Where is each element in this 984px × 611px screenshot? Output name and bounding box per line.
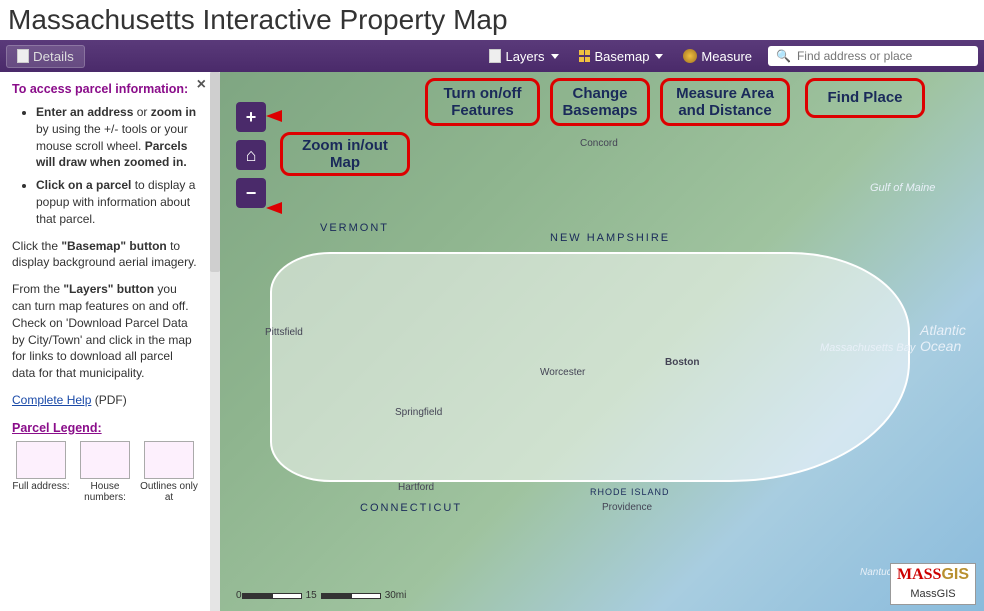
- details-button[interactable]: Details: [6, 45, 85, 68]
- scale-tick: 15: [306, 590, 317, 601]
- callout-measure: Measure Area and Distance: [660, 78, 790, 126]
- list-item: Enter an address or zoom in by using the…: [36, 104, 198, 171]
- search-input[interactable]: [797, 49, 970, 63]
- text: or: [133, 105, 150, 119]
- bold-text: Enter an address: [36, 105, 133, 119]
- state-label: VERMONT: [320, 222, 389, 234]
- toolbar: Details Layers Basemap Measure 🔍: [0, 40, 984, 72]
- document-icon: [17, 49, 29, 63]
- layers-label: Layers: [505, 49, 544, 64]
- state-label: RHODE ISLAND: [590, 487, 670, 497]
- chevron-down-icon: [655, 54, 663, 59]
- sidebar-heading: To access parcel information:: [12, 82, 198, 96]
- basemap-dropdown[interactable]: Basemap: [569, 49, 674, 64]
- divider-handle[interactable]: [210, 72, 220, 272]
- legend-label: Outlines only at: [140, 481, 198, 503]
- legend-swatch-icon: [80, 441, 130, 479]
- text: (PDF): [91, 393, 126, 407]
- legend-row: Full address: House numbers: Outlines on…: [12, 441, 198, 503]
- water-label: Gulf of Maine: [870, 182, 935, 194]
- massgis-logo: MASSGIS MassGIS: [890, 563, 976, 605]
- legend-title: Parcel Legend:: [12, 421, 198, 435]
- logo-subtext: MassGIS: [910, 588, 955, 600]
- legend-item: Outlines only at: [140, 441, 198, 503]
- callout-basemap: Change Basemaps: [550, 78, 650, 126]
- main-area: × To access parcel information: Enter an…: [0, 72, 984, 611]
- bold-text: zoom in: [151, 105, 196, 119]
- city-label: Worcester: [540, 367, 585, 378]
- sidebar-divider[interactable]: [210, 72, 220, 611]
- globe-icon: [683, 49, 697, 63]
- layers-icon: [489, 49, 501, 63]
- list-item: Click on a parcel to display a popup wit…: [36, 177, 198, 227]
- state-label: CONNECTICUT: [360, 502, 462, 514]
- logo-text: MASS: [897, 566, 941, 583]
- instruction-list: Enter an address or zoom in by using the…: [12, 104, 198, 228]
- legend-item: Full address:: [12, 441, 70, 503]
- scale-segment: [242, 593, 272, 599]
- city-label: Providence: [602, 502, 652, 513]
- legend-label: Full address:: [12, 481, 69, 492]
- basemap-help-text: Click the "Basemap" button to display ba…: [12, 238, 198, 272]
- bold-text: Click on a parcel: [36, 178, 131, 192]
- zoom-controls: + ⌂ −: [236, 102, 266, 208]
- city-label: Springfield: [395, 407, 442, 418]
- help-link-row: Complete Help (PDF): [12, 392, 198, 409]
- chevron-down-icon: [551, 54, 559, 59]
- scale-segment: [272, 593, 302, 599]
- callout-zoom: Zoom in/out Map: [280, 132, 410, 176]
- scale-segment: [351, 593, 381, 599]
- close-icon[interactable]: ×: [197, 76, 206, 94]
- city-label: Concord: [580, 138, 618, 149]
- callout-find: Find Place: [805, 78, 925, 118]
- zoom-in-button[interactable]: +: [236, 102, 266, 132]
- legend-swatch-icon: [16, 441, 66, 479]
- layers-dropdown[interactable]: Layers: [479, 49, 568, 64]
- city-label: Pittsfield: [265, 327, 303, 338]
- zoom-out-button[interactable]: −: [236, 178, 266, 208]
- arrow-icon: [266, 110, 282, 122]
- scale-tick: 30mi: [385, 590, 407, 601]
- state-outline: [270, 252, 910, 482]
- legend-item: House numbers:: [76, 441, 134, 503]
- map-canvas[interactable]: + ⌂ − Zoom in/out Map Turn on/off Featur…: [220, 72, 984, 611]
- city-label: Hartford: [398, 482, 434, 493]
- basemap-label: Basemap: [595, 49, 650, 64]
- city-label: Boston: [665, 357, 699, 368]
- water-label: Massachusetts Bay: [820, 342, 915, 354]
- home-button[interactable]: ⌂: [236, 140, 266, 170]
- legend-label: House numbers:: [84, 481, 126, 503]
- layers-help-text: From the "Layers" button you can turn ma…: [12, 281, 198, 382]
- page-title: Massachusetts Interactive Property Map: [0, 0, 984, 40]
- search-icon: 🔍: [776, 49, 791, 63]
- state-label: NEW HAMPSHIRE: [550, 232, 670, 244]
- details-label: Details: [33, 49, 74, 64]
- arrow-icon: [266, 202, 282, 214]
- scale-bar: 0 15 30mi: [236, 590, 406, 601]
- sidebar: × To access parcel information: Enter an…: [0, 72, 210, 611]
- complete-help-link[interactable]: Complete Help: [12, 393, 91, 407]
- scale-segment: [321, 593, 351, 599]
- callout-layers: Turn on/off Features: [425, 78, 540, 126]
- logo-text: GIS: [941, 566, 969, 583]
- grid-icon: [579, 50, 591, 62]
- measure-label: Measure: [701, 49, 752, 64]
- measure-button[interactable]: Measure: [673, 49, 762, 64]
- water-label: Atlantic Ocean: [920, 322, 984, 354]
- search-box[interactable]: 🔍: [768, 46, 978, 66]
- legend-swatch-icon: [144, 441, 194, 479]
